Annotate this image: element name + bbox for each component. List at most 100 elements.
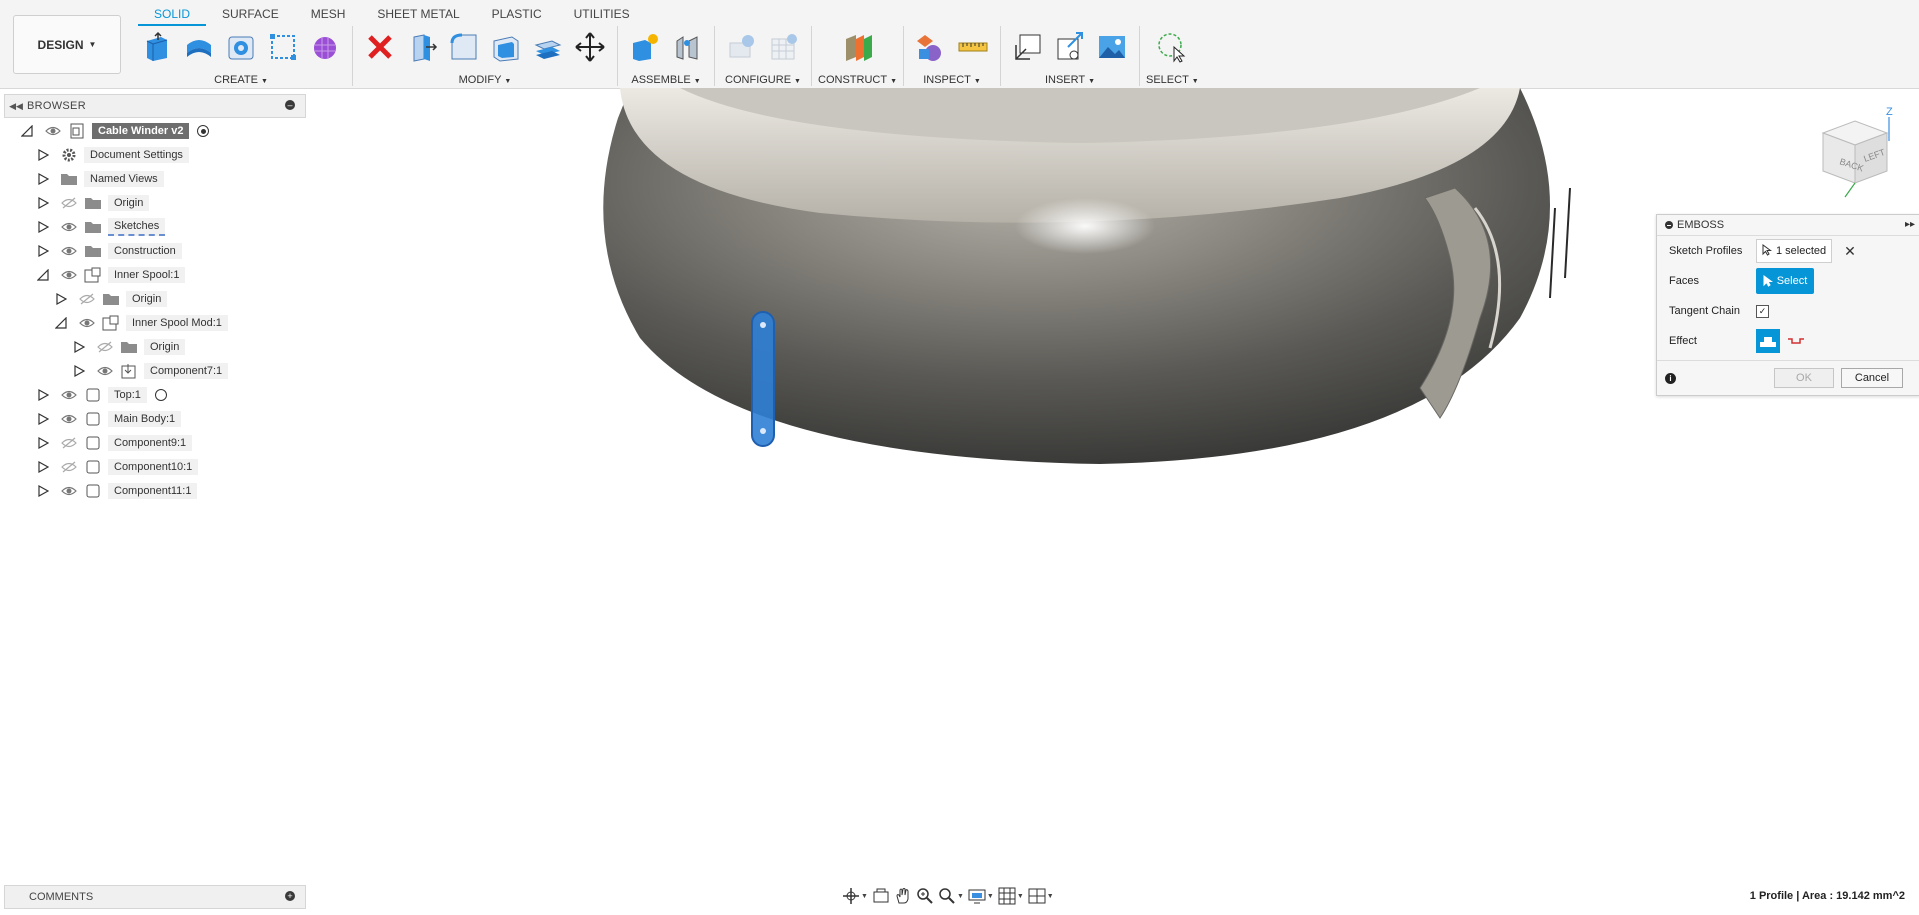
- interference-icon[interactable]: [914, 30, 948, 64]
- minimize-icon[interactable]: –: [285, 100, 295, 110]
- expand-right-triangle-icon[interactable]: [36, 460, 50, 474]
- new-component-icon[interactable]: [140, 30, 174, 64]
- eye-visible-icon[interactable]: [60, 484, 78, 498]
- tree-item[interactable]: Named Views: [36, 168, 164, 190]
- assemble-menu[interactable]: ASSEMBLE ▼: [631, 74, 700, 86]
- tab-sheet-metal[interactable]: SHEET METAL: [361, 0, 475, 24]
- tree-item[interactable]: Component10:1: [36, 456, 199, 478]
- window-select-icon[interactable]: [1155, 30, 1189, 64]
- shell-icon[interactable]: [489, 30, 523, 64]
- tangent-chain-checkbox[interactable]: ✓: [1756, 304, 1769, 318]
- expand-right-triangle-icon[interactable]: [36, 484, 50, 498]
- expand-down-triangle-icon[interactable]: [20, 124, 34, 138]
- tree-item[interactable]: Component7:1: [72, 360, 229, 382]
- tree-item[interactable]: Origin: [72, 336, 186, 358]
- emboss-effect-icon[interactable]: [1756, 329, 1780, 353]
- insert-derive-icon[interactable]: [1011, 30, 1045, 64]
- insert-image-icon[interactable]: [1095, 30, 1129, 64]
- expand-down-triangle-icon[interactable]: [36, 268, 50, 282]
- select-menu[interactable]: SELECT ▼: [1146, 74, 1199, 86]
- tree-item[interactable]: Sketches: [36, 216, 166, 238]
- tree-item[interactable]: Origin: [54, 288, 168, 310]
- expand-right-triangle-icon[interactable]: [36, 220, 50, 234]
- configure-menu[interactable]: CONFIGURE ▼: [725, 74, 801, 86]
- offset-plane-icon[interactable]: [841, 30, 875, 64]
- eye-hidden-icon[interactable]: [60, 436, 78, 450]
- eye-visible-icon[interactable]: [60, 268, 78, 282]
- expand-right-triangle-icon[interactable]: [72, 364, 86, 378]
- expand-right-triangle-icon[interactable]: [36, 148, 50, 162]
- measure-icon[interactable]: [956, 30, 990, 64]
- deboss-effect-icon[interactable]: [1784, 329, 1808, 353]
- look-at-icon[interactable]: [872, 886, 890, 906]
- activate-radio-icon[interactable]: [154, 389, 167, 401]
- tree-item[interactable]: Origin: [36, 192, 150, 214]
- info-icon[interactable]: i: [1665, 372, 1676, 384]
- eye-visible-icon[interactable]: [44, 124, 62, 138]
- tree-item[interactable]: Component11:1: [36, 480, 198, 502]
- create-menu[interactable]: CREATE ▼: [214, 74, 268, 86]
- tree-item[interactable]: Document Settings: [36, 144, 189, 166]
- expand-down-triangle-icon[interactable]: [54, 316, 68, 330]
- zoom-window-icon[interactable]: ▼: [938, 886, 964, 906]
- collapse-icon[interactable]: [1665, 221, 1673, 229]
- tree-item[interactable]: Inner Spool Mod:1: [54, 312, 228, 334]
- tab-utilities[interactable]: UTILITIES: [558, 0, 646, 24]
- inspect-menu[interactable]: INSPECT ▼: [923, 74, 981, 86]
- display-settings-icon[interactable]: ▼: [968, 886, 994, 906]
- tree-item[interactable]: Top:1: [36, 384, 167, 406]
- joint-icon[interactable]: [670, 30, 704, 64]
- browser-panel-header[interactable]: ◀◀ BROWSER –: [4, 94, 306, 118]
- pan-icon[interactable]: [894, 886, 912, 906]
- move-icon[interactable]: [573, 30, 607, 64]
- model-viewport[interactable]: [520, 88, 1680, 568]
- workspace-switcher[interactable]: DESIGN ▼: [13, 15, 121, 74]
- revolve-icon[interactable]: [224, 30, 258, 64]
- tree-item[interactable]: Component9:1: [36, 432, 193, 454]
- eye-hidden-icon[interactable]: [60, 460, 78, 474]
- modify-menu[interactable]: MODIFY ▼: [459, 74, 512, 86]
- expand-right-triangle-icon[interactable]: [72, 340, 86, 354]
- tree-item[interactable]: Inner Spool:1: [36, 264, 186, 286]
- expand-right-triangle-icon[interactable]: [54, 292, 68, 306]
- fillet-icon[interactable]: [447, 30, 481, 64]
- extrude-icon[interactable]: [182, 30, 216, 64]
- viewports-icon[interactable]: ▼: [1028, 886, 1054, 906]
- eye-hidden-icon[interactable]: [78, 292, 96, 306]
- delete-icon[interactable]: [363, 30, 397, 64]
- collapse-panel-icon[interactable]: ◀◀: [5, 101, 27, 112]
- viewcube[interactable]: BACK LEFT Z: [1815, 105, 1895, 200]
- expand-right-triangle-icon[interactable]: [36, 172, 50, 186]
- eye-visible-icon[interactable]: [60, 220, 78, 234]
- grid-icon[interactable]: ▼: [998, 886, 1024, 906]
- configure-table-icon[interactable]: [767, 30, 801, 64]
- faces-select-button[interactable]: Select: [1756, 268, 1814, 294]
- tab-solid[interactable]: SOLID: [138, 0, 207, 26]
- expand-right-triangle-icon[interactable]: [36, 388, 50, 402]
- eye-visible-icon[interactable]: [78, 316, 96, 330]
- expand-right-triangle-icon[interactable]: [36, 412, 50, 426]
- cancel-button[interactable]: Cancel: [1841, 368, 1903, 388]
- configure-icon[interactable]: [725, 30, 759, 64]
- eye-visible-icon[interactable]: [60, 388, 78, 402]
- eye-hidden-icon[interactable]: [60, 196, 78, 210]
- ok-button[interactable]: OK: [1774, 368, 1834, 388]
- eye-visible-icon[interactable]: [96, 364, 114, 378]
- clear-selection-icon[interactable]: ✕: [1844, 243, 1856, 260]
- expand-right-triangle-icon[interactable]: [36, 436, 50, 450]
- insert-menu[interactable]: INSERT ▼: [1045, 74, 1095, 86]
- add-comment-icon[interactable]: +: [285, 891, 295, 901]
- eye-hidden-icon[interactable]: [96, 340, 114, 354]
- press-pull-icon[interactable]: [405, 30, 439, 64]
- new-component-assemble-icon[interactable]: [628, 30, 662, 64]
- form-icon[interactable]: [308, 30, 342, 64]
- insert-link-icon[interactable]: [1053, 30, 1087, 64]
- orbit-icon[interactable]: ▼: [842, 886, 868, 906]
- tab-plastic[interactable]: PLASTIC: [476, 0, 558, 24]
- sketch-profiles-selector[interactable]: 1 selected: [1756, 239, 1833, 263]
- combine-icon[interactable]: [531, 30, 565, 64]
- tab-mesh[interactable]: MESH: [295, 0, 362, 24]
- expand-right-triangle-icon[interactable]: [36, 196, 50, 210]
- tree-item[interactable]: Main Body:1: [36, 408, 182, 430]
- expand-panel-icon[interactable]: ▸▸: [1905, 219, 1915, 230]
